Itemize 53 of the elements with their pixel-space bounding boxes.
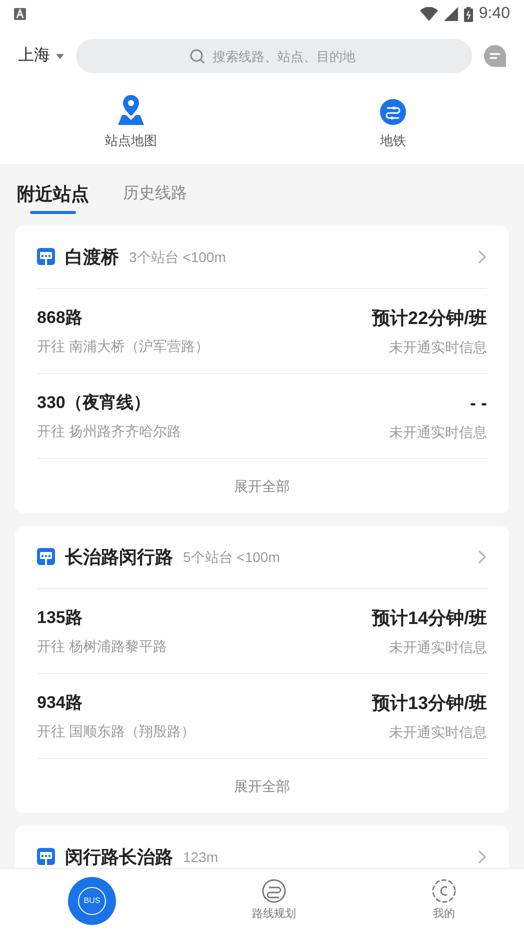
station-name: 闵行路长治路 [65,846,173,868]
expand-all-button[interactable]: 展开全部 [234,776,290,796]
station-info: 5个站台 <100m [183,548,281,566]
station-name: 白渡桥 [65,246,119,268]
realtime-status: 未开通实时信息 [389,722,487,742]
dropdown-icon [56,54,64,58]
route-direction: 开往 杨树浦路黎平路 [37,636,167,656]
route-icon [262,878,286,903]
signal-icon [444,7,458,21]
station-info: 123m [183,848,220,866]
route-name: 934路 [37,692,84,714]
search-icon [190,49,205,64]
chevron-right-icon [478,850,487,864]
clock-time: 9:40 [478,4,510,24]
realtime-status: 未开通实时信息 [389,338,487,356]
message-icon[interactable] [484,45,506,67]
bus-nav-button[interactable]: BUS [68,876,116,924]
route-row[interactable]: 868路 开往 南浦大桥（沪军营路） 预计22分钟/班 未开通实时信息 [37,288,487,373]
route-row[interactable]: 135路 开往 杨树浦路黎平路 预计14分钟/班 未开通实时信息 [37,588,487,673]
city-selector[interactable]: 上海 [18,44,64,68]
profile-icon [432,878,456,903]
route-direction: 开往 扬州路齐齐哈尔路 [37,422,181,441]
route-direction: 开往 南浦大桥（沪军营路） [37,336,209,356]
station-info: 3个站台 <100m [129,248,227,266]
shortcut-button[interactable]: 地铁 [333,88,453,150]
route-nav-button[interactable]: 路线规划 [252,878,296,922]
bus-stop-icon [37,248,55,266]
route-eta: 预计13分钟/班 [372,692,487,714]
bus-stop-icon [37,548,55,566]
notification-icon [14,8,26,20]
battery-icon [464,6,473,22]
chevron-right-icon [478,550,487,564]
station-name: 长治路闵行路 [65,546,173,568]
shortcut-button[interactable]: 站点地图 [71,88,191,150]
route-name: 330（夜宵线） [37,392,152,414]
route-row[interactable]: 330（夜宵线） 开往 扬州路齐齐哈尔路 - - 未开通实时信息 [37,373,487,458]
route-icon [380,98,406,124]
wifi-icon [420,7,438,21]
route-direction: 开往 国顺东路（翔殷路） [37,722,195,741]
route-row[interactable]: 934路 开往 国顺东路（翔殷路） 预计13分钟/班 未开通实时信息 [37,673,487,758]
tab[interactable]: 附近站点 [17,176,89,212]
realtime-status: 未开通实时信息 [389,422,487,442]
route-eta: 预计22分钟/班 [372,306,487,330]
route-eta: - - [470,392,487,414]
realtime-status: 未开通实时信息 [389,638,487,656]
route-eta: 预计14分钟/班 [372,606,487,630]
expand-all-button[interactable]: 展开全部 [234,476,290,496]
map-pin-icon [118,94,144,124]
chevron-right-icon [478,250,487,264]
profile-nav-button[interactable]: 我的 [432,878,456,922]
route-name: 868路 [37,307,84,330]
route-name: 135路 [37,607,84,630]
search-field[interactable]: 搜索线路、站点、目的地 [76,39,472,73]
